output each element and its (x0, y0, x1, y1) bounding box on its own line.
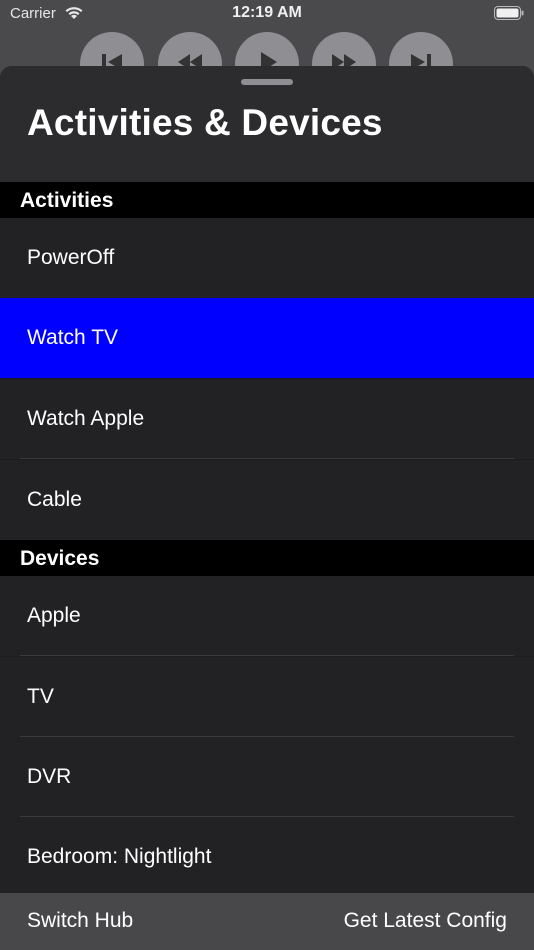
activity-row-cable[interactable]: Cable (0, 460, 534, 540)
activities-devices-sheet: Activities & Devices Activities PowerOff… (0, 66, 534, 950)
switch-hub-button[interactable]: Switch Hub (27, 909, 133, 933)
row-label: Watch TV (27, 326, 119, 349)
row-label: TV (27, 685, 54, 708)
device-row-tv[interactable]: TV (0, 657, 534, 737)
activity-row-poweroff[interactable]: PowerOff (0, 218, 534, 298)
row-label: Cable (27, 488, 82, 511)
bottom-toolbar: Switch Hub Get Latest Config (0, 893, 534, 950)
row-label: PowerOff (27, 246, 115, 269)
row-separator (20, 655, 514, 656)
row-label: Bedroom: Nightlight (27, 845, 212, 868)
status-bar: Carrier 12:19 AM (0, 0, 534, 28)
section-header-devices: Devices (0, 540, 534, 576)
battery-icon (494, 6, 524, 20)
section-header-label: Devices (20, 547, 100, 570)
row-separator (20, 458, 514, 459)
row-label: DVR (27, 765, 72, 788)
clock: 12:19 AM (232, 4, 302, 21)
device-row-dvr[interactable]: DVR (0, 737, 534, 817)
device-row-apple[interactable]: Apple (0, 576, 534, 656)
get-latest-config-button[interactable]: Get Latest Config (344, 909, 507, 933)
sheet-grabber[interactable] (241, 79, 293, 85)
row-label: Apple (27, 604, 81, 627)
sheet-header: Activities & Devices (0, 66, 534, 182)
section-header-activities: Activities (0, 182, 534, 218)
sheet-title: Activities & Devices (27, 102, 383, 143)
activity-row-watch-apple[interactable]: Watch Apple (0, 379, 534, 459)
row-label: Watch Apple (27, 407, 145, 430)
activity-row-watch-tv[interactable]: Watch TV (0, 298, 534, 378)
device-row-bedroom-nightlight[interactable]: Bedroom: Nightlight (0, 817, 534, 897)
section-header-label: Activities (20, 189, 114, 212)
